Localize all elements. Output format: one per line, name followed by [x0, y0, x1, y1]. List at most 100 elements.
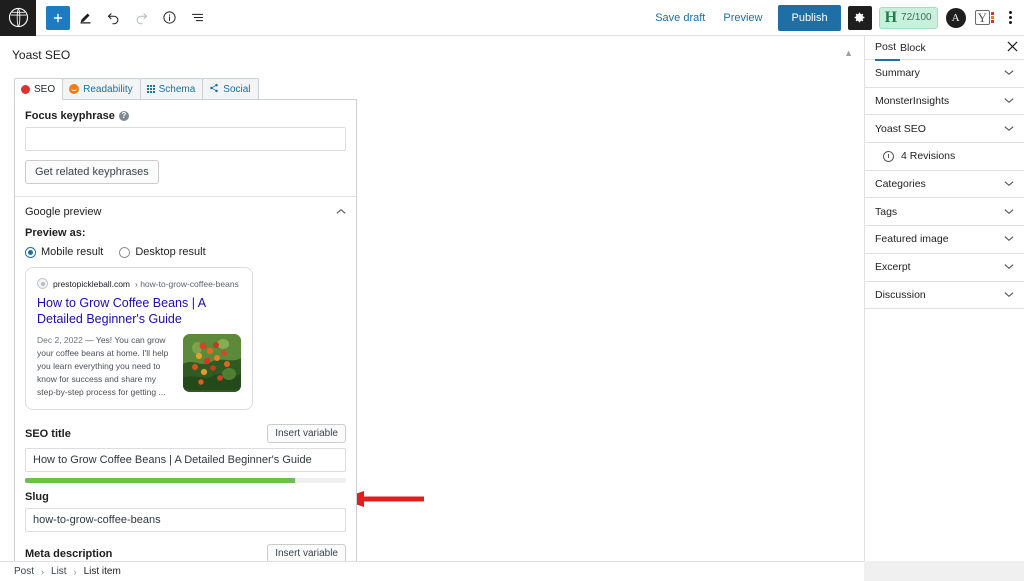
sidebar-item-featured-image[interactable]: Featured image — [865, 226, 1024, 254]
add-block-button[interactable] — [46, 5, 70, 30]
radio-mobile-result[interactable]: Mobile result — [25, 246, 103, 258]
focus-keyphrase-label: Focus keyphrase — [25, 110, 115, 122]
breadcrumb-separator: › — [41, 566, 45, 577]
redo-button — [128, 5, 154, 31]
breadcrumb-item-post[interactable]: Post — [14, 566, 34, 577]
tab-block[interactable]: Block — [900, 36, 934, 60]
chevron-down-icon — [1004, 290, 1014, 300]
wordpress-logo-icon[interactable] — [0, 0, 36, 36]
editor-tool-group — [46, 5, 210, 31]
avatar[interactable]: A — [945, 7, 966, 28]
sidebar-item-revisions[interactable]: 4 Revisions — [865, 143, 1024, 171]
sidebar-item-label: MonsterInsights — [875, 95, 950, 108]
insert-variable-title-button[interactable]: Insert variable — [267, 424, 346, 443]
close-icon[interactable] — [1007, 40, 1018, 55]
breadcrumb-item-list-item[interactable]: List item — [84, 566, 121, 577]
editor-canvas: Yoast SEO ▲ SEO Readability Schema Socia… — [0, 36, 864, 561]
yoast-seo-panel: Focus keyphrase ? Get related keyphrases… — [14, 99, 357, 561]
yoast-letter: Y — [974, 10, 990, 25]
orange-face-icon — [69, 84, 80, 94]
tab-schema-label: Schema — [158, 83, 196, 95]
tab-seo[interactable]: SEO — [14, 78, 64, 100]
tab-readability[interactable]: Readability — [62, 78, 141, 99]
share-icon — [209, 83, 219, 96]
google-snippet-preview[interactable]: prestopickleball.com › how-to-grow-coffe… — [25, 267, 253, 410]
sidebar-item-label: Tags — [875, 205, 898, 218]
topbar-actions: Save draft Preview Publish H 72/100 A Y — [646, 3, 1024, 33]
meta-description-label: Meta description — [25, 547, 113, 560]
snippet-url-row: prestopickleball.com › how-to-grow-coffe… — [37, 278, 241, 289]
preview-as-label: Preview as: — [25, 227, 86, 239]
chevron-down-icon — [1004, 262, 1014, 272]
radio-mobile-indicator — [25, 246, 36, 258]
tab-social-label: Social — [223, 83, 251, 95]
tab-post[interactable]: Post — [875, 35, 901, 61]
seo-fields-section: SEO title Insert variable How to Grow Co… — [15, 420, 356, 561]
seo-title-input[interactable]: How to Grow Coffee Beans | A Detailed Be… — [25, 448, 346, 472]
breadcrumb-separator: › — [73, 566, 77, 577]
chevron-down-icon — [1004, 124, 1014, 134]
sidebar-item-summary[interactable]: Summary — [865, 60, 1024, 88]
sidebar-item-yoast-seo[interactable]: Yoast SEO — [865, 115, 1024, 144]
google-preview-header[interactable]: Google preview — [15, 197, 356, 227]
insert-variable-description-button[interactable]: Insert variable — [267, 544, 346, 561]
sidebar-item-excerpt[interactable]: Excerpt — [865, 254, 1024, 282]
publish-button[interactable]: Publish — [778, 4, 841, 31]
chevron-down-icon — [1004, 96, 1014, 106]
yoast-status-dots — [991, 12, 994, 23]
sidebar-item-label: Featured image — [875, 233, 949, 246]
tab-seo-label: SEO — [34, 83, 56, 95]
clock-icon — [883, 150, 894, 162]
scroll-up-arrow-icon[interactable]: ▲ — [844, 48, 853, 58]
radio-desktop-indicator — [119, 246, 131, 258]
sidebar-item-label: Excerpt — [875, 261, 911, 274]
radio-desktop-label: Desktop result — [135, 246, 206, 258]
snippet-domain: prestopickleball.com — [53, 278, 131, 289]
hemingway-score-badge[interactable]: H 72/100 — [878, 6, 938, 29]
seo-title-label: SEO title — [25, 427, 71, 440]
undo-button[interactable] — [100, 5, 126, 31]
seo-title-progress-fill — [25, 478, 295, 483]
google-preview-body: Preview as: Mobile result Desktop result… — [15, 227, 356, 420]
avatar-letter: A — [951, 11, 960, 24]
focus-keyphrase-section: Focus keyphrase ? Get related keyphrases — [15, 100, 356, 196]
favicon-icon — [37, 278, 48, 289]
help-circle-icon[interactable]: ? — [118, 111, 129, 121]
info-circle-icon[interactable] — [156, 5, 182, 31]
tab-readability-label: Readability — [83, 83, 133, 95]
meta-description-label-row: Meta description Insert variable — [25, 544, 346, 561]
chevron-down-icon — [1004, 234, 1014, 244]
sidebar-item-label: Categories — [875, 178, 926, 191]
sidebar-item-discussion[interactable]: Discussion — [865, 282, 1024, 310]
snippet-date: Dec 2, 2022 — [37, 335, 83, 345]
sidebar-item-categories[interactable]: Categories — [865, 171, 1024, 199]
focus-keyphrase-label-row: Focus keyphrase ? — [25, 110, 346, 122]
breadcrumb-item-list[interactable]: List — [51, 566, 67, 577]
focus-keyphrase-input[interactable] — [25, 127, 346, 151]
gear-icon[interactable] — [847, 5, 872, 30]
hemingway-score: 72/100 — [901, 12, 932, 23]
list-view-icon[interactable] — [184, 5, 210, 31]
tab-schema[interactable]: Schema — [139, 78, 204, 99]
snippet-path: › how-to-grow-coffee-beans — [135, 278, 239, 289]
sidebar-item-tags[interactable]: Tags — [865, 198, 1024, 227]
save-draft-button[interactable]: Save draft — [646, 3, 714, 33]
get-related-keyphrases-button[interactable]: Get related keyphrases — [25, 160, 159, 184]
slug-input[interactable]: how-to-grow-coffee-beans — [25, 508, 346, 532]
sidebar-tab-bar: Post Block — [865, 35, 1024, 61]
sidebar-item-label: Summary — [875, 67, 920, 80]
kebab-menu-icon[interactable] — [1003, 11, 1018, 24]
sidebar-item-label: Discussion — [875, 288, 926, 301]
coffee-berries-thumbnail — [183, 334, 241, 392]
preview-button[interactable]: Preview — [714, 3, 771, 33]
post-settings-sidebar: Post Block Summary MonsterInsights Yoast… — [864, 36, 1024, 561]
tab-social[interactable]: Social — [202, 78, 259, 99]
seo-title-label-row: SEO title Insert variable — [25, 424, 346, 443]
preview-as-radio-group: Mobile result Desktop result — [25, 246, 346, 258]
sidebar-item-monsterinsights[interactable]: MonsterInsights — [865, 88, 1024, 116]
edit-tool-button[interactable] — [72, 5, 98, 31]
radio-desktop-result[interactable]: Desktop result — [119, 246, 206, 258]
yoast-sidebar-toggle[interactable]: Y — [974, 10, 994, 25]
chevron-up-icon[interactable] — [336, 207, 346, 217]
chevron-down-icon — [1004, 179, 1014, 189]
